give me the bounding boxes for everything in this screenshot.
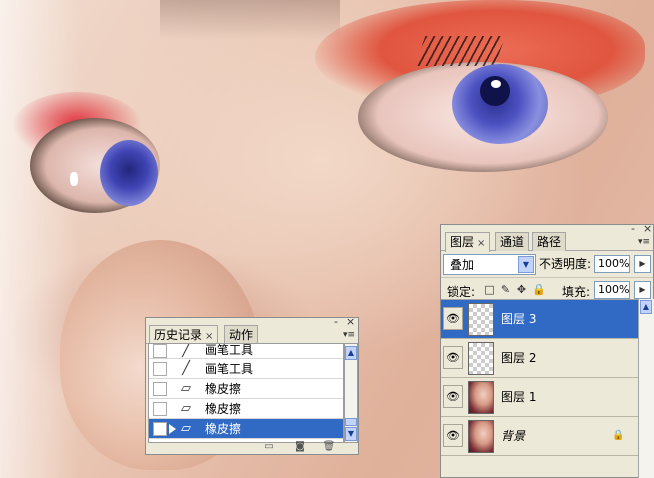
list-item[interactable]: ╱ 画笔工具 bbox=[149, 344, 343, 359]
history-state-marker-icon[interactable] bbox=[169, 424, 176, 434]
layer-name: 图层 1 bbox=[501, 390, 537, 404]
layer-thumbnail bbox=[468, 342, 494, 375]
tab-paths-label: 路径 bbox=[537, 235, 562, 249]
layers-panel: - × 图层 × 通道 路径 ▾≡ 叠加 ▼ 不透明度: 100% ▶ 锁定: □… bbox=[440, 223, 654, 478]
layer-row[interactable]: 👁 图层 2 bbox=[441, 339, 638, 378]
photo-glint-left bbox=[70, 172, 78, 186]
photo-lashes bbox=[414, 36, 506, 66]
history-scrollbar[interactable]: ▲ ▼ bbox=[344, 343, 358, 443]
lock-transparent-icon[interactable]: □ bbox=[484, 284, 495, 296]
panel-menu-icon[interactable]: ▾≡ bbox=[341, 330, 355, 340]
eraser-icon: ▱ bbox=[181, 421, 191, 436]
brush-icon: ╱ bbox=[182, 343, 190, 358]
scroll-up-button[interactable]: ▲ bbox=[345, 346, 357, 360]
photo-glint-right bbox=[491, 80, 501, 88]
visibility-eye-icon[interactable]: 👁 bbox=[443, 385, 463, 408]
list-item[interactable]: ▱ 橡皮擦 bbox=[149, 399, 343, 419]
history-item-label: 橡皮擦 bbox=[205, 382, 242, 396]
fill-field[interactable]: 100% bbox=[594, 281, 630, 299]
layers-scrollbar[interactable]: ▲ bbox=[638, 299, 654, 478]
fill-slider-button[interactable]: ▶ bbox=[634, 281, 651, 299]
lock-pixels-icon[interactable]: ✎ bbox=[500, 284, 511, 296]
history-source-checkbox[interactable] bbox=[153, 344, 167, 358]
tab-close-icon[interactable]: × bbox=[205, 331, 213, 342]
layer-row-selected[interactable]: 👁 图层 3 bbox=[441, 300, 638, 339]
tab-layers-label: 图层 bbox=[450, 235, 475, 249]
scroll-up-button[interactable]: ▲ bbox=[640, 300, 652, 314]
tab-close-icon[interactable]: × bbox=[477, 238, 485, 249]
snapshot-icon[interactable]: ◙ bbox=[293, 442, 307, 452]
visibility-eye-icon[interactable]: 👁 bbox=[443, 424, 463, 447]
layer-blend-row: 叠加 ▼ 不透明度: 100% ▶ bbox=[441, 251, 653, 277]
tab-channels[interactable]: 通道 bbox=[495, 232, 530, 251]
visibility-eye-icon[interactable]: 👁 bbox=[443, 346, 463, 369]
photo-brow bbox=[160, 0, 340, 40]
brush-icon: ╱ bbox=[182, 361, 190, 376]
history-source-checkbox[interactable] bbox=[153, 362, 167, 376]
lock-position-icon[interactable]: ✥ bbox=[516, 284, 527, 296]
opacity-slider-button[interactable]: ▶ bbox=[634, 255, 651, 273]
tab-actions-label: 动作 bbox=[229, 328, 254, 342]
layer-row-background[interactable]: 👁 背景 🔒 bbox=[441, 417, 638, 456]
fill-label: 填充: bbox=[562, 285, 591, 299]
opacity-label: 不透明度: bbox=[539, 257, 592, 271]
history-item-label: 橡皮擦 bbox=[205, 402, 242, 416]
scroll-down-button[interactable]: ▼ bbox=[345, 427, 357, 441]
eraser-icon: ▱ bbox=[181, 401, 191, 416]
history-item-label: 画笔工具 bbox=[205, 362, 254, 376]
history-list: ╱ 画笔工具 ╱ 画笔工具 ▱ 橡皮擦 ▱ 橡皮擦 ▱ 橡皮擦 bbox=[148, 343, 344, 443]
tab-layers[interactable]: 图层 × bbox=[445, 232, 491, 252]
tab-actions[interactable]: 动作 bbox=[224, 325, 259, 344]
layer-thumbnail bbox=[468, 381, 494, 414]
layer-list: 👁 图层 3 👁 图层 2 👁 图层 1 👁 背景 🔒 bbox=[441, 299, 638, 478]
visibility-eye-icon[interactable]: 👁 bbox=[443, 307, 463, 330]
photo-iris-left bbox=[100, 140, 158, 206]
layer-name: 图层 2 bbox=[501, 351, 537, 365]
tab-channels-label: 通道 bbox=[500, 235, 525, 249]
history-source-checkbox[interactable] bbox=[153, 402, 167, 416]
history-footer: ▭ ◙ 🗑 bbox=[146, 441, 358, 454]
blend-mode-select[interactable]: 叠加 ▼ bbox=[443, 254, 536, 275]
layer-thumbnail bbox=[468, 420, 494, 453]
layer-name: 图层 3 bbox=[501, 312, 537, 326]
chevron-down-icon[interactable]: ▼ bbox=[518, 256, 534, 273]
layer-row[interactable]: 👁 图层 1 bbox=[441, 378, 638, 417]
layer-thumbnail bbox=[468, 303, 494, 336]
history-source-checkbox[interactable] bbox=[153, 382, 167, 396]
tab-history-label: 历史记录 bbox=[154, 328, 203, 342]
list-item[interactable]: ╱ 画笔工具 bbox=[149, 359, 343, 379]
new-document-icon[interactable]: ▭ bbox=[262, 442, 276, 452]
scroll-thumb[interactable] bbox=[345, 418, 357, 426]
lock-icon: 🔒 bbox=[612, 430, 625, 441]
history-panel: - × 历史记录 × 动作 ▾≡ ╱ 画笔工具 ╱ 画笔工具 ▱ 橡皮擦 ▱ 橡… bbox=[145, 316, 359, 455]
layers-tabbar: 图层 × 通道 路径 ▾≡ bbox=[441, 231, 653, 252]
history-item-label: 画笔工具 bbox=[205, 343, 254, 357]
layer-name: 背景 bbox=[501, 429, 526, 443]
history-tabbar: 历史记录 × 动作 ▾≡ bbox=[146, 324, 358, 345]
history-source-checkbox[interactable] bbox=[153, 422, 167, 436]
trash-icon[interactable]: 🗑 bbox=[322, 442, 336, 452]
lock-label: 锁定: bbox=[447, 285, 476, 299]
list-item-selected[interactable]: ▱ 橡皮擦 bbox=[149, 419, 343, 439]
panel-menu-icon[interactable]: ▾≡ bbox=[636, 237, 650, 247]
eraser-icon: ▱ bbox=[181, 381, 191, 396]
history-item-label: 橡皮擦 bbox=[205, 422, 242, 436]
tab-history[interactable]: 历史记录 × bbox=[149, 325, 219, 345]
blend-mode-value: 叠加 bbox=[450, 258, 475, 272]
tab-paths[interactable]: 路径 bbox=[532, 232, 567, 251]
lock-all-icon[interactable]: 🔒 bbox=[532, 284, 546, 296]
opacity-field[interactable]: 100% bbox=[594, 255, 630, 273]
list-item[interactable]: ▱ 橡皮擦 bbox=[149, 379, 343, 399]
